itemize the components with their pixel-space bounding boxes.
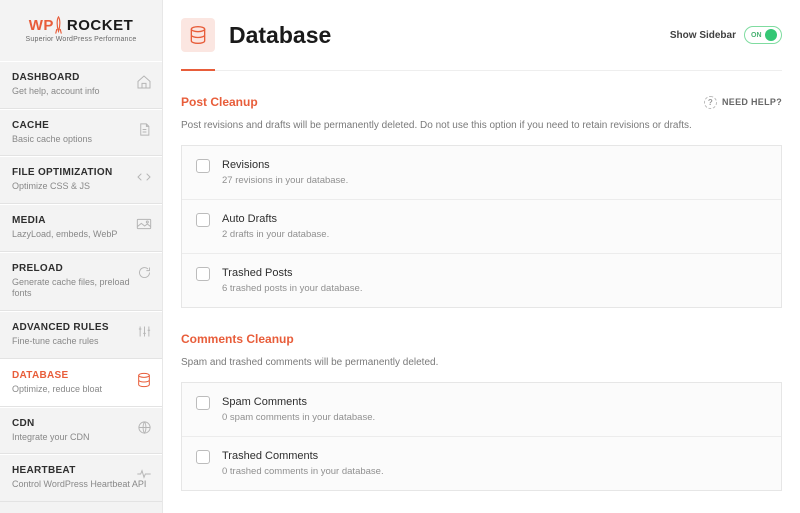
sidebar-item-media[interactable]: MEDIA LazyLoad, embeds, WebP <box>0 204 162 252</box>
option-trashed-posts[interactable]: Trashed Posts 6 trashed posts in your da… <box>182 254 781 307</box>
checkbox[interactable] <box>196 267 210 281</box>
sidebar-item-cdn[interactable]: CDN Integrate your CDN <box>0 407 162 455</box>
need-help-button[interactable]: ? NEED HELP? <box>704 96 782 109</box>
sidebar-item-advanced[interactable]: ADVANCED RULES Fine-tune cache rules <box>0 311 162 359</box>
option-trashed-comments[interactable]: Trashed Comments 0 trashed comments in y… <box>182 437 781 490</box>
image-icon <box>136 217 152 231</box>
sidebar-item-sub: Fine-tune cache rules <box>12 336 150 348</box>
sidebar-item-sub: Integrate your CDN <box>12 432 150 444</box>
logo-rocket: ROCKET <box>67 17 133 34</box>
sidebar-item-label: ADVANCED RULES <box>12 322 150 333</box>
rocket-icon <box>54 16 63 34</box>
main-content: Database Show Sidebar ON Post Cleanup ? … <box>163 0 800 513</box>
comments-cleanup-panel: Spam Comments 0 spam comments in your da… <box>181 382 782 491</box>
refresh-icon <box>137 265 152 280</box>
checkbox[interactable] <box>196 396 210 410</box>
sidebar-item-sub: Basic cache options <box>12 134 150 146</box>
sidebar-item-heartbeat[interactable]: HEARTBEAT Control WordPress Heartbeat AP… <box>0 454 162 502</box>
option-title: Trashed Posts <box>222 267 362 279</box>
heartbeat-icon <box>136 467 152 481</box>
sidebar-item-label: CDN <box>12 418 150 429</box>
sidebar-item-file-opt[interactable]: FILE OPTIMIZATION Optimize CSS & JS <box>0 156 162 204</box>
database-icon <box>181 18 215 52</box>
toggle-switch[interactable]: ON <box>744 26 782 44</box>
option-sub: 27 revisions in your database. <box>222 175 348 186</box>
sidebar-item-preload[interactable]: PRELOAD Generate cache files, preload fo… <box>0 252 162 311</box>
option-title: Trashed Comments <box>222 450 384 462</box>
sidebar-item-sub: Generate cache files, preload fonts <box>12 277 150 300</box>
option-sub: 0 trashed comments in your database. <box>222 466 384 477</box>
sliders-icon <box>137 324 152 339</box>
help-icon: ? <box>704 96 717 109</box>
switch-knob <box>765 29 777 41</box>
sidebar-item-label: CACHE <box>12 120 150 131</box>
post-cleanup-panel: Revisions 27 revisions in your database.… <box>181 145 782 308</box>
globe-icon <box>137 420 152 435</box>
sidebar-item-sub: Optimize, reduce bloat <box>12 384 150 396</box>
sidebar-item-sub: LazyLoad, embeds, WebP <box>12 229 150 241</box>
checkbox[interactable] <box>196 213 210 227</box>
sidebar-item-label: FILE OPTIMIZATION <box>12 167 150 178</box>
page-title: Database <box>229 22 331 49</box>
option-title: Auto Drafts <box>222 213 329 225</box>
section-desc: Post revisions and drafts will be perman… <box>181 119 782 133</box>
section-desc: Spam and trashed comments will be perman… <box>181 356 782 370</box>
sidebar-item-sub: Optimize CSS & JS <box>12 181 150 193</box>
sidebar-item-label: DATABASE <box>12 370 150 381</box>
home-icon <box>136 74 152 90</box>
sidebar-item-label: MEDIA <box>12 215 150 226</box>
option-sub: 6 trashed posts in your database. <box>222 283 362 294</box>
option-revisions[interactable]: Revisions 27 revisions in your database. <box>182 146 781 200</box>
option-sub: 2 drafts in your database. <box>222 229 329 240</box>
logo-wp: WP <box>29 17 54 34</box>
sidebar-item-dashboard[interactable]: DASHBOARD Get help, account info <box>0 61 162 109</box>
show-sidebar-label: Show Sidebar <box>670 30 736 41</box>
checkbox[interactable] <box>196 159 210 173</box>
logo-tagline: Superior WordPress Performance <box>12 36 150 43</box>
need-help-label: NEED HELP? <box>722 97 782 107</box>
section-title-comments-cleanup: Comments Cleanup <box>181 332 294 346</box>
sidebar-item-label: PRELOAD <box>12 263 150 274</box>
code-icon <box>136 169 152 185</box>
sidebar: WP ROCKET Superior WordPress Performance… <box>0 0 163 513</box>
sidebar-item-cache[interactable]: CACHE Basic cache options <box>0 109 162 157</box>
option-title: Revisions <box>222 159 348 171</box>
logo: WP ROCKET Superior WordPress Performance <box>0 0 162 61</box>
sidebar-item-label: DASHBOARD <box>12 72 150 83</box>
checkbox[interactable] <box>196 450 210 464</box>
option-auto-drafts[interactable]: Auto Drafts 2 drafts in your database. <box>182 200 781 254</box>
sidebar-item-label: HEARTBEAT <box>12 465 150 476</box>
sidebar-item-database[interactable]: DATABASE Optimize, reduce bloat <box>0 359 162 407</box>
sidebar-item-sub: Control WordPress Heartbeat API <box>12 479 150 491</box>
option-spam-comments[interactable]: Spam Comments 0 spam comments in your da… <box>182 383 781 437</box>
switch-on-label: ON <box>751 32 762 39</box>
file-icon <box>137 122 152 137</box>
option-title: Spam Comments <box>222 396 375 408</box>
option-sub: 0 spam comments in your database. <box>222 412 375 423</box>
database-icon <box>136 372 152 388</box>
section-title-post-cleanup: Post Cleanup <box>181 95 258 109</box>
sidebar-item-sub: Get help, account info <box>12 86 150 98</box>
show-sidebar-toggle[interactable]: Show Sidebar ON <box>670 26 782 44</box>
